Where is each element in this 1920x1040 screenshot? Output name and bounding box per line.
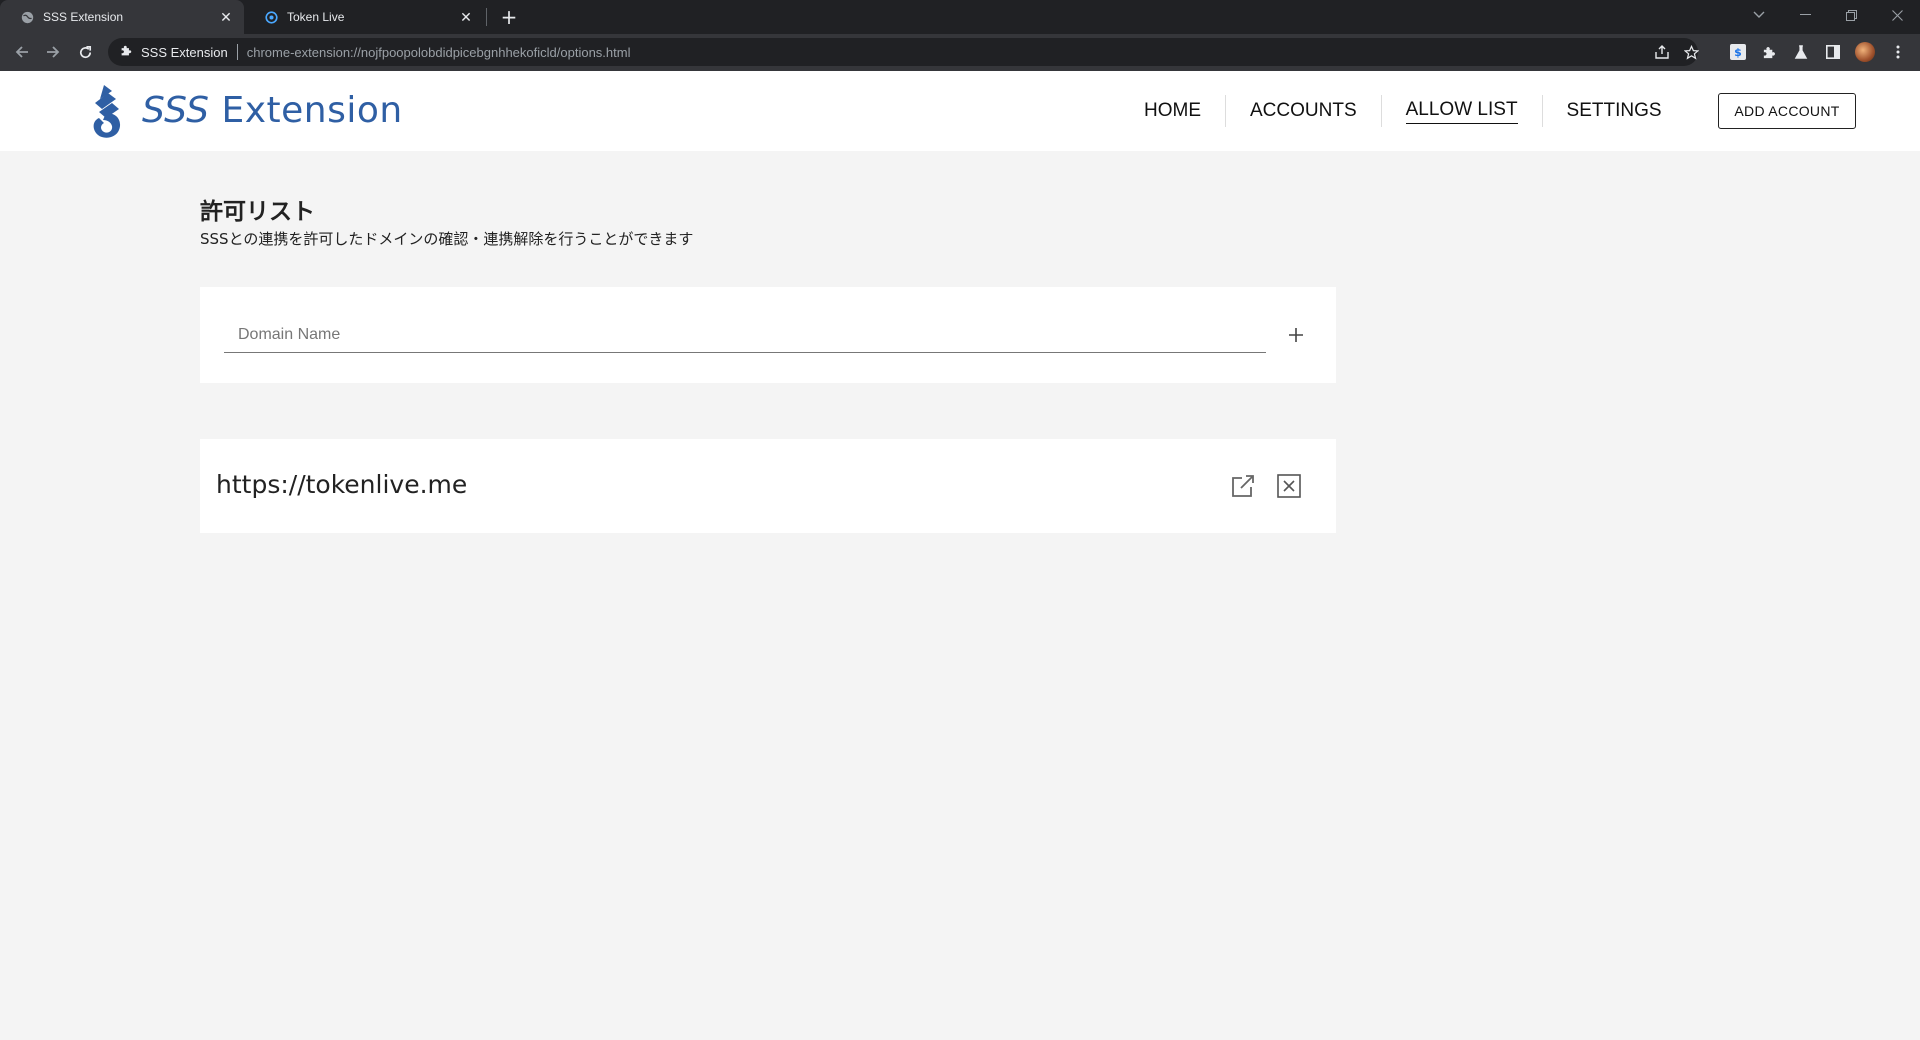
- tab-title: SSS Extension: [43, 10, 124, 24]
- page-description: SSSとの連携を許可したドメインの確認・連携解除を行うことができます: [200, 230, 694, 248]
- more-menu-icon[interactable]: [1887, 41, 1909, 63]
- tab-search-icon[interactable]: [1736, 0, 1782, 30]
- close-window-icon[interactable]: [1874, 0, 1920, 30]
- app-header: SSS Extension HOME ACCOUNTS ALLOW LIST S…: [0, 71, 1920, 151]
- bookmark-star-icon[interactable]: [1684, 38, 1699, 66]
- url-text: chrome-extension://nojfpoopolobdidpicebg…: [246, 44, 631, 60]
- nav-settings[interactable]: SETTINGS: [1541, 95, 1686, 127]
- new-tab-button[interactable]: +: [498, 5, 520, 29]
- close-box-icon: [1277, 474, 1301, 498]
- minimize-icon[interactable]: [1782, 0, 1828, 30]
- profile-avatar[interactable]: [1854, 41, 1876, 63]
- close-icon[interactable]: ✕: [218, 9, 234, 25]
- external-link-icon: [1232, 475, 1254, 497]
- nav-home[interactable]: HOME: [1120, 95, 1225, 127]
- remove-domain-button[interactable]: [1274, 471, 1304, 501]
- browser-tab-bar: SSS Extension ✕ Token Live ✕ +: [0, 0, 1920, 34]
- side-panel-icon[interactable]: [1822, 41, 1844, 63]
- nav-label: ACCOUNTS: [1250, 100, 1357, 121]
- page-title: 許可リスト: [200, 199, 315, 225]
- reload-icon[interactable]: [73, 40, 97, 64]
- site-chip[interactable]: SSS Extension: [120, 44, 228, 60]
- share-icon[interactable]: [1654, 38, 1670, 66]
- domain-name-input[interactable]: [224, 317, 1266, 353]
- extensions-puzzle-icon[interactable]: [1758, 41, 1780, 63]
- plus-icon: [1289, 328, 1303, 342]
- close-icon[interactable]: ✕: [458, 9, 474, 25]
- main-nav: HOME ACCOUNTS ALLOW LIST SETTINGS: [1120, 95, 1686, 127]
- address-bar[interactable]: SSS Extension chrome-extension://nojfpoo…: [108, 38, 1699, 66]
- nav-allow-list[interactable]: ALLOW LIST: [1380, 95, 1542, 127]
- allowed-domain-url: https://tokenlive.me: [216, 470, 468, 499]
- brand-suffix: Extension: [221, 90, 403, 131]
- allow-list-item: https://tokenlive.me: [200, 439, 1336, 533]
- add-domain-card: [200, 287, 1336, 383]
- nav-accounts[interactable]: ACCOUNTS: [1225, 95, 1381, 127]
- back-arrow-icon[interactable]: [10, 40, 34, 64]
- browser-toolbar: SSS Extension chrome-extension://nojfpoo…: [0, 34, 1920, 71]
- omnibox-divider: [236, 44, 238, 60]
- brand-name: SSS Extension: [142, 90, 403, 131]
- tab-token-live[interactable]: Token Live ✕: [244, 0, 484, 34]
- nav-label: HOME: [1144, 100, 1201, 121]
- globe-icon: [20, 10, 34, 24]
- nav-label: SETTINGS: [1566, 100, 1662, 121]
- labs-flask-icon[interactable]: [1790, 41, 1812, 63]
- puzzle-icon: [120, 44, 133, 60]
- sss-logo-icon[interactable]: [86, 83, 126, 141]
- token-live-icon: [264, 10, 278, 24]
- restore-icon[interactable]: [1828, 0, 1874, 30]
- sss-extension-icon[interactable]: $: [1727, 41, 1749, 63]
- site-label: SSS Extension: [141, 44, 228, 60]
- nav-label: ALLOW LIST: [1405, 99, 1518, 124]
- forward-arrow-icon[interactable]: [41, 40, 65, 64]
- brand-prefix: SSS: [142, 90, 210, 131]
- tab-sss-extension[interactable]: SSS Extension ✕: [0, 0, 244, 34]
- tab-title: Token Live: [287, 10, 345, 24]
- add-domain-button[interactable]: [1282, 321, 1310, 349]
- add-account-button[interactable]: ADD ACCOUNT: [1718, 93, 1856, 129]
- tab-divider: [486, 8, 487, 26]
- open-link-button[interactable]: [1228, 471, 1258, 501]
